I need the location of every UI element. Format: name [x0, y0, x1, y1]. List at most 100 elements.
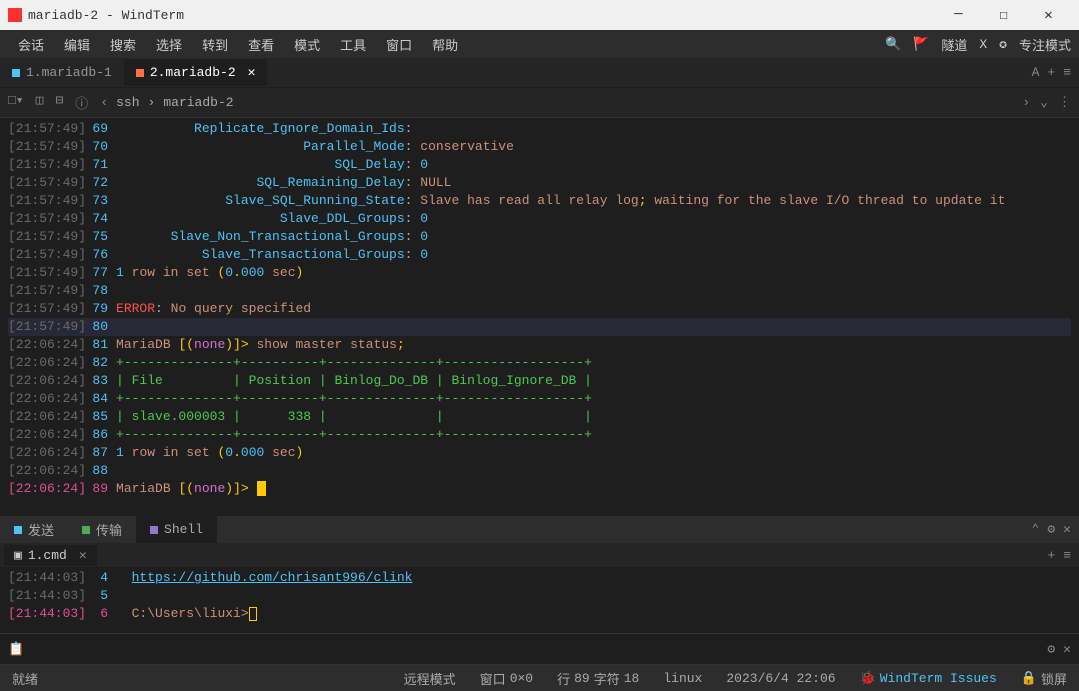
- tab-send[interactable]: 发送: [0, 516, 68, 543]
- breadcrumb-host[interactable]: mariadb-2: [163, 95, 233, 110]
- line-number: 71: [86, 156, 116, 174]
- line-number: 69: [86, 120, 116, 138]
- clink-url[interactable]: https://github.com/chrisant996/clink: [132, 570, 413, 585]
- status-lock[interactable]: 🔒 锁屏: [1021, 669, 1067, 688]
- tab-label: Shell: [164, 522, 203, 537]
- breadcrumb-back-icon[interactable]: ‹: [100, 95, 108, 110]
- menu-tunnel[interactable]: 隧道: [941, 35, 967, 54]
- menu-edit[interactable]: 编辑: [54, 35, 100, 54]
- menu-x[interactable]: X: [979, 37, 987, 52]
- cmd-output[interactable]: [21:44:03]4 https://github.com/chrisant9…: [0, 567, 1079, 633]
- line-number: 75: [86, 228, 116, 246]
- timestamp: [22:06:24]: [8, 444, 86, 462]
- tab-mariadb-1[interactable]: 1.mariadb-1: [0, 59, 124, 86]
- minimize-button[interactable]: ─: [936, 0, 981, 30]
- cmd-input-bar[interactable]: 📋 ⚙ ✕: [0, 633, 1079, 665]
- tab-dot-icon: [82, 526, 90, 534]
- tab-label: 2.mariadb-2: [150, 65, 236, 80]
- font-size-button[interactable]: A: [1032, 65, 1040, 80]
- tab-dot-icon: [150, 526, 158, 534]
- menu-help[interactable]: 帮助: [422, 35, 468, 54]
- menu-search[interactable]: 搜索: [100, 35, 146, 54]
- breadcrumb-sep: ›: [148, 95, 156, 110]
- cmd-prompt: C:\Users\liuxi>: [132, 606, 249, 621]
- tunnel-flag-icon[interactable]: 🚩: [913, 37, 929, 52]
- breadcrumb-ssh[interactable]: ssh: [116, 95, 139, 110]
- line-number: 72: [86, 174, 116, 192]
- timestamp: [22:06:24]: [8, 372, 86, 390]
- maximize-button[interactable]: ☐: [981, 0, 1026, 30]
- tab-shell[interactable]: Shell: [136, 516, 217, 543]
- line-number: 76: [86, 246, 116, 264]
- status-remote[interactable]: 远程模式: [404, 669, 456, 688]
- timestamp: [21:57:49]: [8, 228, 86, 246]
- focus-star-icon[interactable]: ✪: [999, 37, 1007, 52]
- line-number: 86: [86, 426, 116, 444]
- menu-tool[interactable]: 工具: [330, 35, 376, 54]
- cmd-tab-close-icon[interactable]: ✕: [79, 548, 87, 563]
- menu-window[interactable]: 窗口: [376, 35, 422, 54]
- input-close-icon[interactable]: ✕: [1063, 642, 1071, 657]
- line-number: 77: [86, 264, 116, 282]
- table-header: | File | Position | Binlog_Do_DB | Binlo…: [116, 373, 592, 388]
- info-icon[interactable]: ⓘ: [75, 93, 88, 112]
- timestamp: [21:57:49]: [8, 192, 86, 210]
- tab-mariadb-2[interactable]: 2.mariadb-2 ✕: [124, 59, 268, 86]
- line-number: 70: [86, 138, 116, 156]
- tab-label: 发送: [28, 520, 54, 539]
- add-tab-button[interactable]: +: [1047, 65, 1055, 80]
- input-settings-icon[interactable]: ⚙: [1047, 642, 1055, 657]
- menu-view[interactable]: 查看: [238, 35, 284, 54]
- split-v-icon[interactable]: ⊟: [55, 93, 63, 112]
- dropdown-icon[interactable]: ⌄: [1040, 95, 1048, 110]
- menu-select[interactable]: 选择: [146, 35, 192, 54]
- menu-goto[interactable]: 转到: [192, 35, 238, 54]
- more-icon[interactable]: ⋮: [1058, 95, 1071, 110]
- timestamp: [22:06:24]: [8, 408, 86, 426]
- panel-settings-icon[interactable]: ⚙: [1047, 522, 1055, 537]
- line-number: 80: [86, 318, 116, 336]
- window-title: mariadb-2 - WindTerm: [28, 8, 936, 23]
- split-h-icon[interactable]: ◫: [36, 93, 44, 112]
- cmd-menu-button[interactable]: ≡: [1063, 548, 1071, 563]
- line-number: 6: [86, 605, 116, 623]
- cmd-tab-label: 1.cmd: [28, 548, 67, 563]
- terminal-output[interactable]: [21:57:49]69 Replicate_Ignore_Domain_Ids…: [0, 118, 1079, 515]
- tab-label: 传输: [96, 520, 122, 539]
- timestamp: [22:06:24]: [8, 336, 86, 354]
- panel-close-icon[interactable]: ✕: [1063, 522, 1071, 537]
- close-button[interactable]: ✕: [1026, 0, 1071, 30]
- menu-focus[interactable]: 专注模式: [1019, 35, 1071, 54]
- line-number: 87: [86, 444, 116, 462]
- line-number: 78: [86, 282, 116, 300]
- line-number: 74: [86, 210, 116, 228]
- line-number: 73: [86, 192, 116, 210]
- status-issues-link[interactable]: 🐞 WindTerm Issues: [860, 671, 997, 686]
- history-icon[interactable]: 📋: [8, 642, 24, 657]
- menu-session[interactable]: 会话: [8, 35, 54, 54]
- tab-dot-icon: [14, 526, 22, 534]
- cursor: [249, 607, 257, 621]
- tabs-menu-button[interactable]: ≡: [1063, 65, 1071, 80]
- line-number: 85: [86, 408, 116, 426]
- panel-collapse-icon[interactable]: ⌃: [1032, 522, 1040, 537]
- panel-icon[interactable]: □▾: [8, 93, 24, 112]
- search-icon[interactable]: 🔍: [885, 37, 901, 52]
- status-os[interactable]: linux: [663, 671, 702, 686]
- bottom-panel-tabs: 发送 传输 Shell ⌃ ⚙ ✕: [0, 515, 1079, 543]
- terminal-toolbar: □▾ ◫ ⊟ ⓘ ‹ ssh › mariadb-2 › ⌄ ⋮: [0, 88, 1079, 118]
- nav-forward-icon[interactable]: ›: [1022, 95, 1030, 110]
- cmd-tab-1[interactable]: ▣ 1.cmd ✕: [4, 545, 97, 566]
- tab-transfer[interactable]: 传输: [68, 516, 136, 543]
- menu-mode[interactable]: 模式: [284, 35, 330, 54]
- status-datetime: 2023/6/4 22:06: [726, 671, 835, 686]
- cmd-add-button[interactable]: +: [1047, 548, 1055, 563]
- line-number: 79: [86, 300, 116, 318]
- status-line-char[interactable]: 行 89 字符 18: [557, 669, 639, 688]
- line-number: 83: [86, 372, 116, 390]
- titlebar: mariadb-2 - WindTerm ─ ☐ ✕: [0, 0, 1079, 30]
- tab-close-icon[interactable]: ✕: [248, 65, 256, 80]
- tab-indicator-icon: [136, 69, 144, 77]
- timestamp: [21:57:49]: [8, 156, 86, 174]
- app-icon: [8, 8, 22, 22]
